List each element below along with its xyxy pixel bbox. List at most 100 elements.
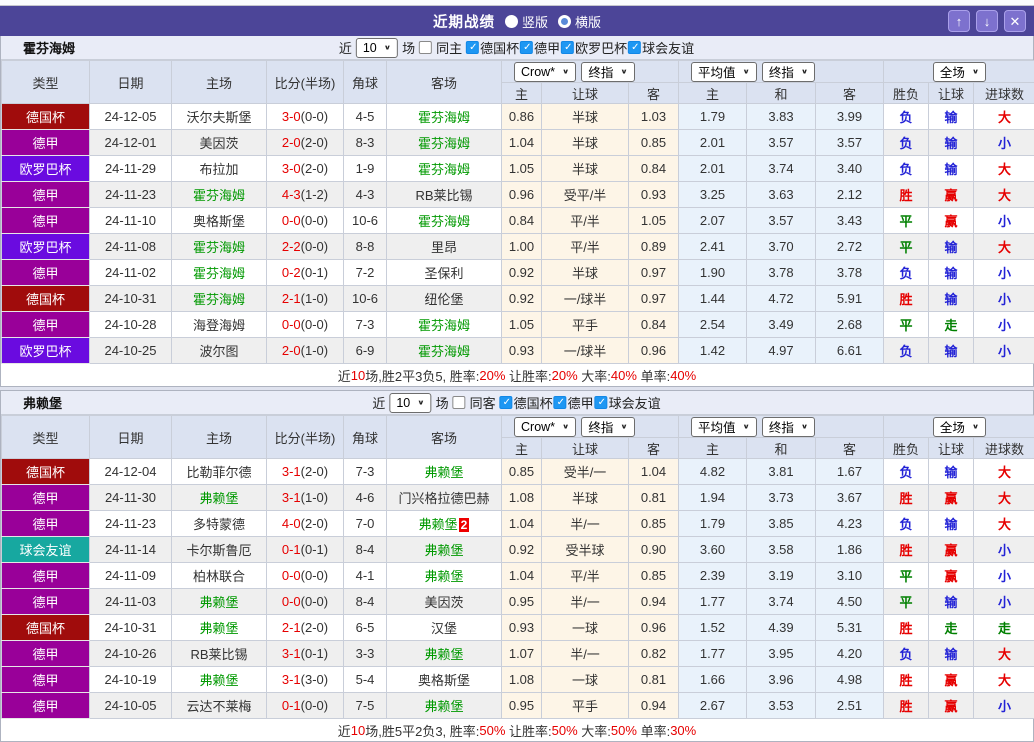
summary-segment: 近 — [338, 721, 351, 740]
sub-column-header: 客 — [816, 438, 884, 459]
result-handicap: 输 — [929, 260, 974, 286]
fulltime-select[interactable]: 全场∨ — [933, 417, 986, 437]
select-value: 全场 — [940, 62, 965, 81]
score: 0-2(0-1) — [267, 260, 344, 286]
home-team: 弗赖堡 — [172, 667, 267, 693]
sub-column-header: 客 — [816, 83, 884, 104]
odds-handicap: 平/半 — [542, 208, 629, 234]
odds-source-select[interactable]: Crow*∨ — [514, 417, 576, 437]
fulltime-score: 2-0 — [282, 343, 301, 358]
column-header: 客场 — [387, 61, 502, 104]
recent-count-select[interactable]: 10∨ — [356, 38, 398, 58]
recent-matches-table: 类型日期主场比分(半场)角球客场Crow*∨终指∨平均值∨终指∨全场∨主让球客主… — [1, 60, 1034, 364]
match-date: 24-10-26 — [90, 641, 172, 667]
scroll-up-button[interactable]: ↑ — [948, 10, 970, 32]
layout-radio-horizontal[interactable]: 横版 — [558, 12, 601, 31]
result-goals: 大 — [974, 485, 1034, 511]
final-index-select[interactable]: 终指∨ — [762, 417, 815, 437]
odds-home-water: 0.96 — [502, 182, 542, 208]
league-checkbox[interactable] — [554, 396, 567, 409]
column-header: 角球 — [344, 61, 387, 104]
league-checkbox-label: 德甲 — [568, 393, 594, 412]
match-row: 德甲24-10-28海登海姆0-0(0-0)7-3霍芬海姆1.05平手0.842… — [2, 312, 1034, 338]
corner-count: 7-5 — [344, 693, 387, 719]
avg-away: 4.20 — [816, 641, 884, 667]
fulltime-select[interactable]: 全场∨ — [933, 62, 986, 82]
away-team: 霍芬海姆 — [387, 156, 502, 182]
league-badge: 德甲 — [2, 130, 90, 156]
halftime-score: (0-0) — [301, 213, 328, 228]
scroll-down-button[interactable]: ↓ — [976, 10, 998, 32]
radio-icon — [558, 15, 571, 28]
score: 4-3(1-2) — [267, 182, 344, 208]
away-team: 弗赖堡 — [387, 459, 502, 485]
odds-away-water: 0.94 — [629, 693, 679, 719]
team-label: 沃尔夫斯堡 — [186, 110, 251, 125]
result-handicap: 赢 — [929, 182, 974, 208]
select-value: Crow* — [521, 65, 555, 79]
close-button[interactable]: ✕ — [1004, 10, 1026, 32]
score: 3-1(3-0) — [267, 667, 344, 693]
result-goals: 大 — [974, 641, 1034, 667]
odds-source-select[interactable]: Crow*∨ — [514, 62, 576, 82]
match-row: 德甲24-11-23多特蒙德4-0(2-0)7-0弗赖堡21.04半/一0.85… — [2, 511, 1034, 537]
chevron-down-icon: ∨ — [743, 422, 750, 430]
league-badge: 欧罗巴杯 — [2, 234, 90, 260]
summary-segment: 40% — [611, 368, 637, 383]
odds-handicap: 半球 — [542, 104, 629, 130]
odds-home-water: 1.04 — [502, 130, 542, 156]
layout-radio-vertical[interactable]: 竖版 — [505, 12, 548, 31]
league-badge: 德甲 — [2, 260, 90, 286]
halftime-score: (0-0) — [301, 594, 328, 609]
avg-home: 2.01 — [679, 156, 747, 182]
home-team: 布拉加 — [172, 156, 267, 182]
avg-away: 4.98 — [816, 667, 884, 693]
odds-handicap: 一球 — [542, 615, 629, 641]
avg-home: 3.25 — [679, 182, 747, 208]
league-checkbox[interactable] — [628, 41, 641, 54]
team-label: 波尔图 — [199, 344, 238, 359]
section-header: 霍芬海姆 近 10∨ 场 同主 德国杯德甲欧罗巴杯球会友谊 — [1, 36, 1033, 60]
avg-home: 1.52 — [679, 615, 747, 641]
average-select[interactable]: 平均值∨ — [691, 62, 757, 82]
match-date: 24-12-04 — [90, 459, 172, 485]
column-header: 主场 — [172, 416, 267, 459]
final-index-select[interactable]: 终指∨ — [581, 417, 634, 437]
recent-matches-table: 类型日期主场比分(半场)角球客场Crow*∨终指∨平均值∨终指∨全场∨主让球客主… — [1, 415, 1034, 719]
final-index-select[interactable]: 终指∨ — [762, 62, 815, 82]
result-winloss: 胜 — [884, 537, 929, 563]
team-label: 弗赖堡 — [424, 647, 463, 662]
result-handicap: 输 — [929, 156, 974, 182]
sub-column-header: 主 — [679, 83, 747, 104]
avg-draw: 3.58 — [747, 537, 816, 563]
league-checkbox[interactable] — [561, 41, 574, 54]
summary-segment: 场,胜2平3负5, 胜率: — [365, 366, 479, 385]
away-team: 里昂 — [387, 234, 502, 260]
result-handicap: 赢 — [929, 537, 974, 563]
halftime-score: (0-0) — [301, 239, 328, 254]
match-date: 24-11-30 — [90, 485, 172, 511]
league-checkbox[interactable] — [466, 41, 479, 54]
league-checkbox[interactable] — [520, 41, 533, 54]
column-group-header: 平均值∨终指∨ — [679, 416, 884, 438]
average-select[interactable]: 平均值∨ — [691, 417, 757, 437]
same-venue-checkbox[interactable] — [419, 41, 432, 54]
avg-draw: 3.81 — [747, 459, 816, 485]
match-date: 24-10-05 — [90, 693, 172, 719]
column-group-header: 全场∨ — [884, 61, 1034, 83]
final-index-select[interactable]: 终指∨ — [581, 62, 634, 82]
same-venue-checkbox[interactable] — [453, 396, 466, 409]
score: 3-1(2-0) — [267, 459, 344, 485]
odds-away-water: 0.97 — [629, 260, 679, 286]
result-winloss: 平 — [884, 312, 929, 338]
result-goals: 小 — [974, 286, 1034, 312]
avg-away: 3.78 — [816, 260, 884, 286]
recent-count-select[interactable]: 10∨ — [389, 393, 431, 413]
league-checkbox[interactable] — [500, 396, 513, 409]
league-checkbox[interactable] — [595, 396, 608, 409]
away-team: 霍芬海姆 — [387, 338, 502, 364]
home-team: 霍芬海姆 — [172, 286, 267, 312]
score: 3-1(1-0) — [267, 485, 344, 511]
away-team: 门兴格拉德巴赫 — [387, 485, 502, 511]
team-label: 弗赖堡 — [424, 543, 463, 558]
